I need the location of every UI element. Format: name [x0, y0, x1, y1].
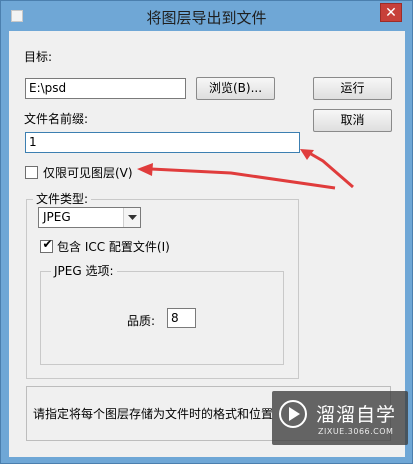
include-icc-checkbox[interactable]: ✔ — [40, 237, 53, 253]
target-path-input[interactable]: E:\psd — [25, 78, 186, 99]
watermark-url: ZIXUE.3066.COM — [318, 427, 394, 436]
jpeg-options-group — [40, 271, 284, 365]
prefix-input[interactable]: 1 — [25, 132, 300, 153]
checkmark-icon: ✔ — [42, 237, 53, 251]
visible-only-checkbox[interactable] — [25, 166, 38, 179]
file-type-select[interactable]: JPEG — [38, 207, 141, 228]
quality-label: 品质: — [127, 314, 156, 328]
quality-input[interactable]: 8 — [167, 308, 196, 328]
file-type-selected: JPEG — [43, 210, 71, 224]
run-button[interactable]: 运行 — [313, 77, 392, 100]
title-bar[interactable]: 将图层导出到文件 ✕ — [1, 1, 412, 31]
browse-button[interactable]: 浏览(B)... — [196, 77, 275, 100]
chevron-down-icon[interactable] — [123, 208, 140, 227]
prefix-label: 文件名前缀: — [24, 112, 89, 126]
watermark-badge: 溜溜自学 ZIXUE.3066.COM — [272, 391, 408, 445]
file-type-group-title: 文件类型: — [33, 192, 92, 206]
cancel-button[interactable]: 取消 — [313, 109, 392, 132]
visible-only-label[interactable]: 仅限可见图层(V) — [43, 164, 133, 181]
jpeg-options-group-title: JPEG 选项: — [51, 264, 117, 278]
close-button[interactable]: ✕ — [380, 3, 402, 22]
export-layers-dialog: 将图层导出到文件 ✕ 目标: E:\psd 浏览(B)... 运行 取消 文件名… — [0, 0, 413, 464]
dialog-title: 将图层导出到文件 — [146, 9, 267, 27]
target-label: 目标: — [24, 50, 53, 64]
watermark-brand: 溜溜自学 — [316, 404, 397, 426]
play-logo-icon — [279, 400, 307, 428]
include-icc-label[interactable]: 包含 ICC 配置文件(I) — [57, 238, 170, 255]
